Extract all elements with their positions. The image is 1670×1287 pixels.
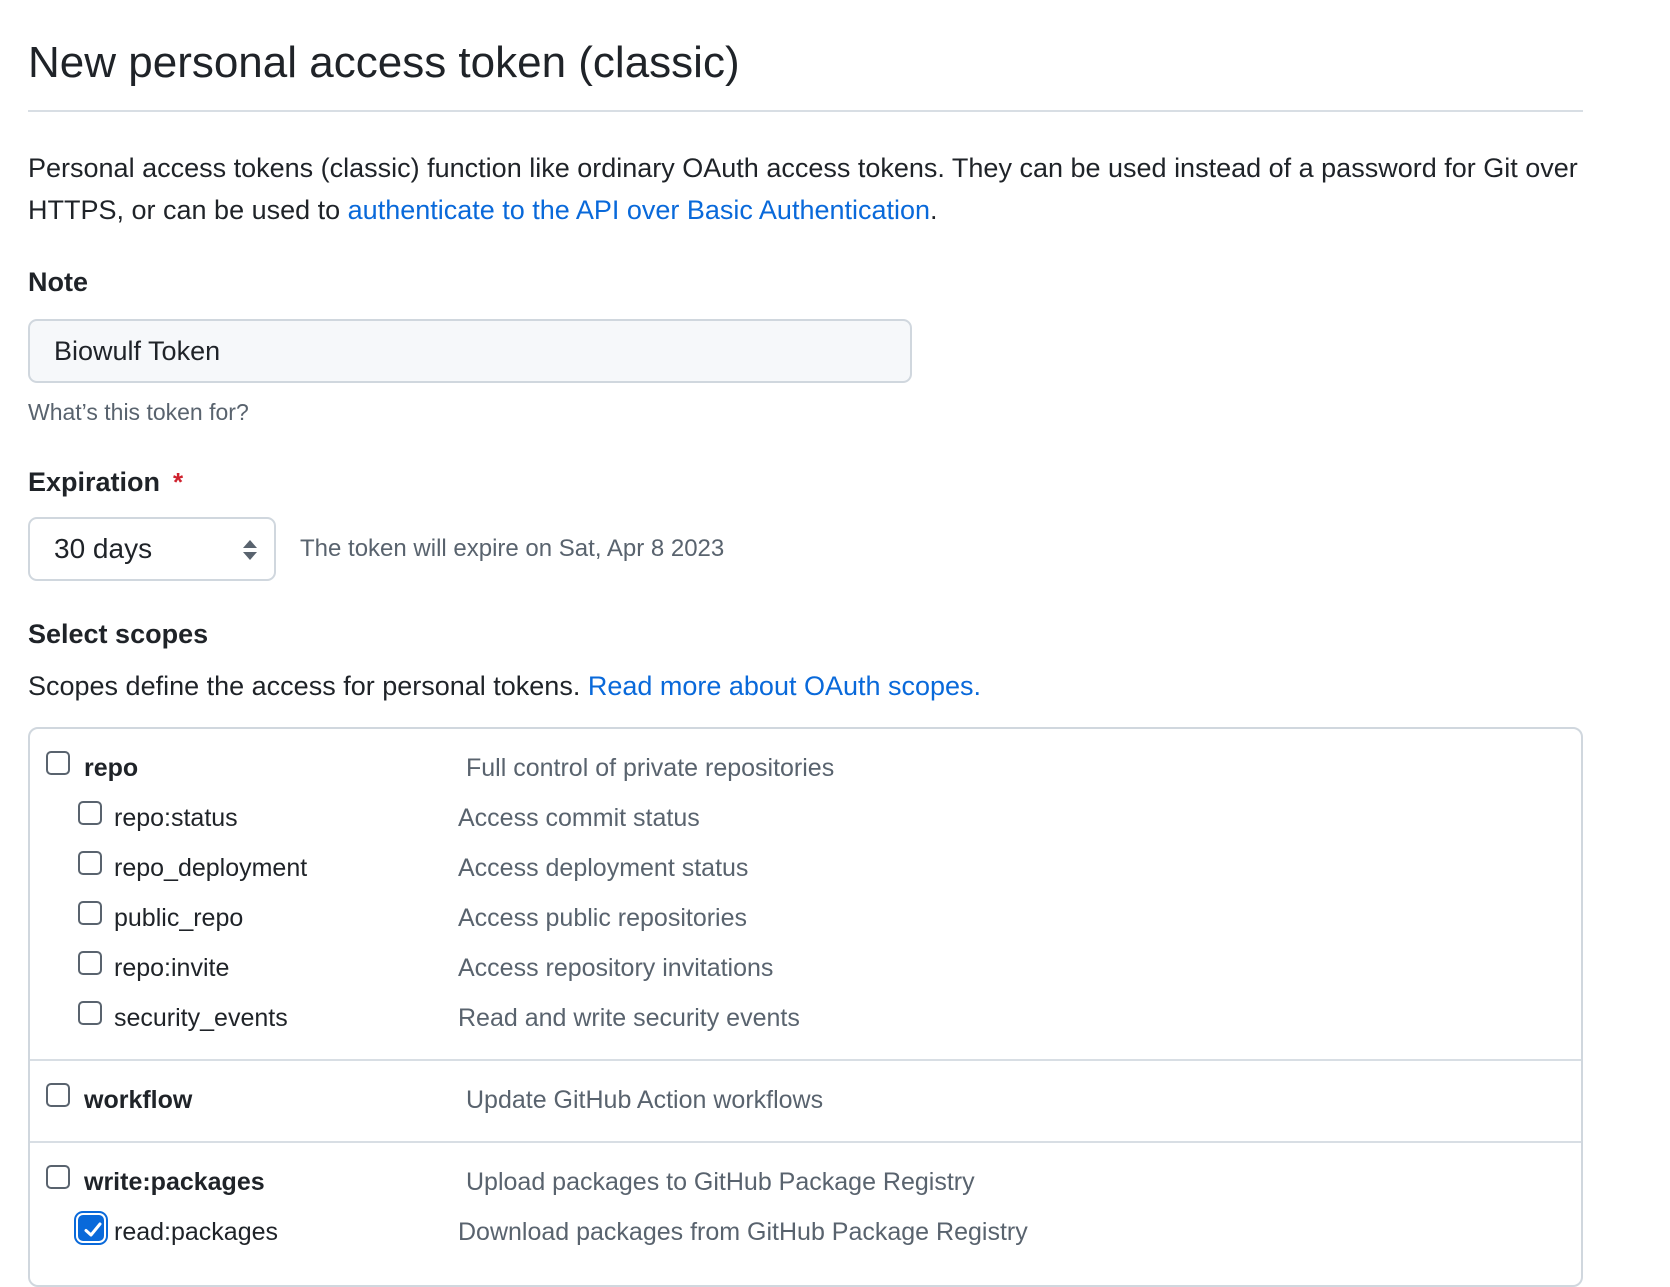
scope-description: Access repository invitations [458, 953, 774, 982]
required-asterisk: * [173, 467, 184, 497]
expiration-row: 30 days The token will expire on Sat, Ap… [28, 517, 1583, 581]
scope-description: Access deployment status [458, 853, 749, 882]
sub-scope-row: repo_deployment Access deployment status [30, 843, 1581, 893]
scope-checkbox[interactable] [78, 851, 102, 875]
intro-paragraph: Personal access tokens (classic) functio… [28, 147, 1583, 231]
scope-checkbox[interactable] [46, 1165, 70, 1189]
scope-name: repo:invite [114, 953, 230, 982]
expiration-selected-value: 30 days [54, 533, 153, 564]
expiration-date-note: The token will expire on Sat, Apr 8 2023 [300, 535, 725, 562]
scope-description: Download packages from GitHub Package Re… [458, 1217, 1028, 1246]
scope-checkbox[interactable] [78, 1001, 102, 1025]
scope-group: workflow Update GitHub Action workflows [30, 1061, 1581, 1143]
check-icon [84, 1222, 102, 1237]
sub-scope-row: read:packages Download packages from GitH… [30, 1207, 1581, 1257]
scope-description: Upload packages to GitHub Package Regist… [466, 1167, 975, 1196]
intro-end: . [930, 195, 938, 225]
expiration-label-row: Expiration * [28, 465, 1583, 499]
scopes-description: Scopes define the access for personal to… [28, 669, 1583, 703]
scopes-description-text: Scopes define the access for personal to… [28, 671, 588, 701]
scope-description: Read and write security events [458, 1003, 800, 1032]
scope-group: write:packages Upload packages to GitHub … [30, 1143, 1581, 1273]
expiration-label: Expiration [28, 467, 161, 497]
sub-scope-row: security_events Read and write security e… [30, 993, 1581, 1043]
scope-name: workflow [84, 1085, 193, 1114]
scopes-label: Select scopes [28, 619, 209, 649]
scope-name: repo [84, 753, 139, 782]
expiration-select[interactable]: 30 days [28, 517, 276, 581]
scope-row: write:packages Upload packages to GitHub … [30, 1157, 1581, 1207]
scope-name: security_events [114, 1003, 288, 1032]
oauth-scopes-link[interactable]: Read more about OAuth scopes. [588, 671, 981, 701]
scopes-list: repo Full control of private repositories… [28, 727, 1583, 1287]
scope-name: write:packages [84, 1167, 265, 1196]
sub-scope-row: repo:invite Access repository invitations [30, 943, 1581, 993]
scope-row: repo Full control of private repositories [30, 743, 1581, 793]
page-title: New personal access token (classic) [28, 0, 1583, 112]
basic-auth-link[interactable]: authenticate to the API over Basic Authe… [348, 195, 930, 225]
scope-checkbox[interactable] [78, 951, 102, 975]
scope-checkbox[interactable] [46, 751, 70, 775]
scope-description: Update GitHub Action workflows [466, 1085, 824, 1114]
scope-checkbox[interactable] [78, 801, 102, 825]
scope-name: read:packages [114, 1217, 279, 1246]
scope-checkbox[interactable] [78, 901, 102, 925]
new-token-page: New personal access token (classic) Pers… [28, 0, 1583, 1287]
scope-checkbox[interactable] [78, 1215, 104, 1241]
scope-group: repo Full control of private repositories… [30, 729, 1581, 1061]
note-input[interactable] [28, 319, 912, 383]
select-updown-icon [242, 537, 258, 561]
sub-scope-row: repo:status Access commit status [30, 793, 1581, 843]
scope-description: Access public repositories [458, 903, 748, 932]
scope-checkbox[interactable] [46, 1083, 70, 1107]
sub-scope-row: public_repo Access public repositories [30, 893, 1581, 943]
scope-name: repo:status [114, 803, 238, 832]
scope-description: Access commit status [458, 803, 700, 832]
scope-description: Full control of private repositories [466, 753, 835, 782]
note-label: Note [28, 267, 88, 297]
scope-row: workflow Update GitHub Action workflows [30, 1075, 1581, 1125]
note-hint: What’s this token for? [28, 399, 249, 425]
scope-name: repo_deployment [114, 853, 308, 882]
scope-name: public_repo [114, 903, 244, 932]
